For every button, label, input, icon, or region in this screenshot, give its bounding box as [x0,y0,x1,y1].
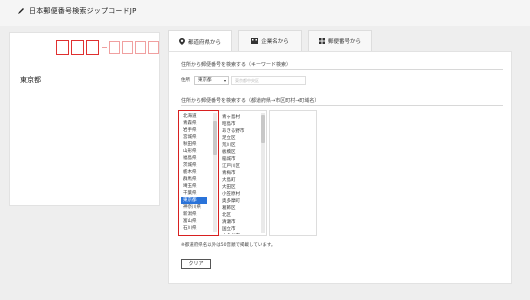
prefecture-option[interactable]: 北海道 [181,113,213,120]
search-tabs: 都道府県から 企業名から 郵便番号から [168,30,378,52]
tab-company[interactable]: 企業名から [238,30,302,51]
city-listbox[interactable]: 青ヶ島村 昭島市 あきる野市 足立区 荒川区 板橋区 稲城市 江戸川区 青梅市 大島町 大田区 小笠原… [219,110,267,236]
prefecture-list-highlight: 北海道 青森県 岩手県 宮城県 秋田県 山形県 福島県 茨城県 栃木県 群馬県 埼玉県 千葉県 東京都神… [178,110,219,236]
city-option[interactable]: 昭島市 [222,121,262,128]
city-option[interactable]: 江戸川区 [222,163,262,170]
city-option[interactable]: あきる野市 [222,128,262,135]
tab-zipcode[interactable]: 郵便番号から [308,30,372,51]
site-title: 日本郵便番号検索ジップコードJP [29,7,137,15]
divider [181,69,503,70]
city-option[interactable]: 足立区 [222,135,262,142]
tab-prefecture[interactable]: 都道府県から [168,30,232,52]
city-option[interactable]: 稲城市 [222,156,262,163]
prefecture-option[interactable]: 富山県 [181,218,213,225]
prefecture-option[interactable]: 茨城県 [181,162,213,169]
keyword-input[interactable]: 東京都中央区 [231,76,306,85]
prefecture-option[interactable]: 新潟県 [181,211,213,218]
result-prefecture: 東京都 [20,76,41,84]
city-option[interactable]: 北区 [222,212,262,219]
prefecture-option[interactable]: 栃木県 [181,169,213,176]
result-card: 東京都 [9,32,160,206]
tab-label: 企業名から [261,39,289,45]
city-option[interactable]: 清瀬市 [222,219,262,226]
list-search-title: 住所から郵便番号を検索する（都道府県→市区町村→町域名） [181,98,320,104]
city-option[interactable]: 板橋区 [222,149,262,156]
tab-label: 都道府県から [187,39,221,46]
tab-label: 郵便番号から [327,39,361,45]
zip-digit [122,41,133,54]
site-logo[interactable]: 日本郵便番号検索ジップコードJP [17,6,137,16]
prefecture-option[interactable]: 千葉県 [181,190,213,197]
city-option[interactable]: 青ヶ島村 [222,114,262,121]
town-listbox[interactable] [269,110,317,236]
prefecture-option[interactable]: 青森県 [181,120,213,127]
city-option[interactable]: 小金井市 [222,233,262,234]
zip-separator [102,47,107,48]
prefecture-option[interactable]: 埼玉県 [181,183,213,190]
prefecture-option[interactable]: 岩手県 [181,127,213,134]
prefecture-option[interactable]: 山形県 [181,148,213,155]
pencil-icon [18,8,24,14]
address-label: 住所 [181,78,190,83]
zip-digit [109,41,120,54]
city-option[interactable]: 大島町 [222,177,262,184]
prefecture-scrollbar[interactable] [213,113,217,232]
city-option[interactable]: 国立市 [222,226,262,233]
keyword-search-title: 住所から郵便番号を検索する（キーワード検索） [181,62,292,68]
zip-digit [148,41,159,54]
prefecture-option[interactable]: 群馬県 [181,176,213,183]
map-pin-icon [178,38,185,45]
prefecture-listbox[interactable]: 北海道 青森県 岩手県 宮城県 秋田県 山形県 福島県 茨城県 栃木県 群馬県 埼玉県 千葉県 東京都神… [181,113,213,232]
zip-digit [135,41,146,54]
city-list: 青ヶ島村 昭島市 あきる野市 足立区 荒川区 板橋区 稲城市 江戸川区 青梅市 大島町 大田区 小笠原… [222,114,262,234]
zipcode-display [56,40,161,55]
grid-icon [318,38,325,44]
city-option[interactable]: 小笠原村 [222,191,262,198]
prefecture-option[interactable]: 東京都 [181,197,207,204]
scroll-thumb[interactable] [213,121,217,155]
search-panel: 住所から郵便番号を検索する（キーワード検索） 住所 東京都 ▾ 東京都中央区 住… [168,51,512,284]
prefecture-option[interactable]: 福島県 [181,155,213,162]
zip-digit [71,40,84,55]
city-option[interactable]: 青梅市 [222,170,262,177]
prefecture-option[interactable]: 秋田県 [181,141,213,148]
zip-digit [86,40,99,55]
site-header: 日本郵便番号検索ジップコードJP [0,0,530,26]
scroll-thumb[interactable] [261,115,265,143]
city-option[interactable]: 大田区 [222,184,262,191]
prefecture-select-value: 東京都 [198,78,212,83]
city-option[interactable]: 葛飾区 [222,205,262,212]
clear-button[interactable]: クリア [181,259,211,269]
zip-digit [56,40,69,55]
sort-note: ※都道府県名以外は50音順で掲載しています。 [181,243,276,248]
prefecture-option[interactable]: 神奈川県 [181,204,213,211]
city-option[interactable]: 荒川区 [222,142,262,149]
chevron-down-icon: ▾ [223,78,226,83]
divider [181,105,503,106]
city-option[interactable]: 奥多摩町 [222,198,262,205]
prefecture-select[interactable]: 東京都 ▾ [194,76,229,85]
prefecture-option[interactable]: 宮城県 [181,134,213,141]
city-scrollbar[interactable] [261,113,265,233]
building-icon [251,38,259,44]
prefecture-option[interactable]: 石川県 [181,225,213,232]
